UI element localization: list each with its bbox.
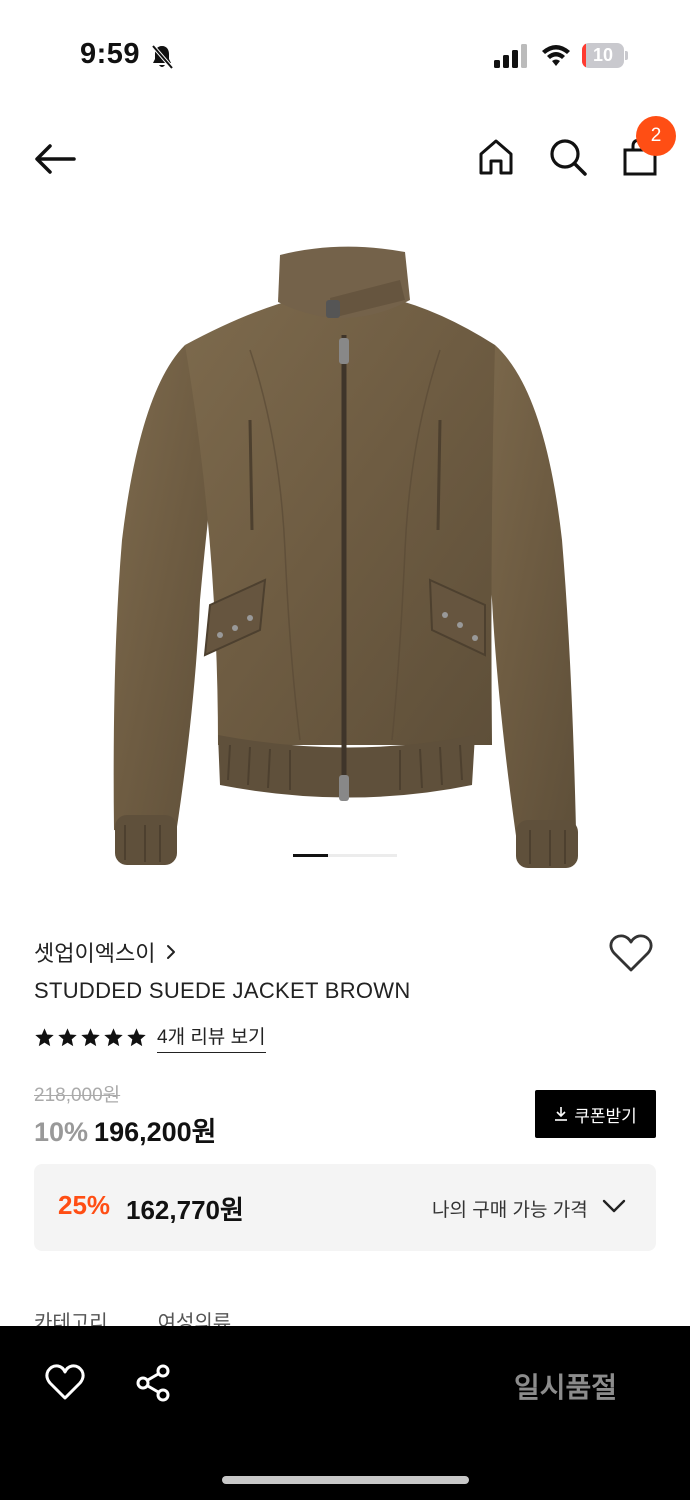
coupon-button-label: 쿠폰받기 (574, 1106, 637, 1126)
battery-level: 10 (592, 45, 614, 65)
chevron-down-icon (602, 1199, 626, 1213)
download-icon (555, 1107, 568, 1121)
home-indicator (222, 1476, 469, 1484)
bell-slash-icon (151, 44, 174, 70)
review-link[interactable]: 4개 리뷰 보기 (157, 1022, 266, 1053)
back-arrow-icon[interactable] (30, 137, 80, 181)
star-icon (58, 1027, 77, 1046)
price-row: 10% 196,200원 (34, 1110, 217, 1149)
brand-name: 셋업이엑스이 (34, 941, 156, 966)
rating-row: 4개 리뷰 보기 (34, 1022, 266, 1053)
star-icon (104, 1027, 123, 1046)
status-time: 9:59 (80, 38, 141, 70)
sale-price: 196,200원 (94, 1117, 217, 1147)
product-image-gallery[interactable] (0, 210, 690, 880)
image-page-indicator-active (293, 854, 328, 857)
star-icon (127, 1027, 146, 1046)
top-nav-bar (0, 115, 690, 205)
chevron-right-icon (167, 945, 176, 959)
wifi-icon (542, 45, 570, 66)
image-page-indicator (293, 854, 397, 857)
benefit-label: 나의 구매 가능 가격 (432, 1200, 588, 1221)
star-icon (81, 1027, 100, 1046)
heart-icon[interactable] (608, 932, 654, 974)
status-bar: 9:59 10 (0, 0, 690, 110)
benefit-rate: 25% (58, 1190, 111, 1220)
soldout-button[interactable]: 일시품절 (514, 1366, 617, 1406)
home-icon[interactable] (474, 135, 518, 179)
share-icon[interactable] (134, 1364, 172, 1402)
benefit-price: 162,770원 (126, 1195, 244, 1225)
heart-icon[interactable] (44, 1362, 86, 1404)
battery-icon: 10 (582, 43, 628, 68)
rating-stars (34, 1027, 147, 1048)
my-price-dropdown[interactable]: 25% 162,770원 나의 구매 가능 가격 (34, 1164, 656, 1251)
brand-link[interactable]: 셋업이엑스이 (34, 936, 177, 968)
star-icon (35, 1027, 54, 1046)
search-icon[interactable] (546, 135, 590, 179)
product-name: STUDDED SUEDE JACKET BROWN (34, 978, 411, 1003)
signal-icon (494, 44, 527, 68)
cart-count-badge: 2 (636, 116, 676, 156)
bottom-action-bar: 일시품절 (0, 1326, 690, 1500)
discount-rate: 10% (34, 1117, 89, 1147)
coupon-button[interactable]: 쿠폰받기 (535, 1090, 656, 1138)
original-price: 218,000원 (34, 1085, 121, 1106)
jacket-image (113, 246, 578, 868)
